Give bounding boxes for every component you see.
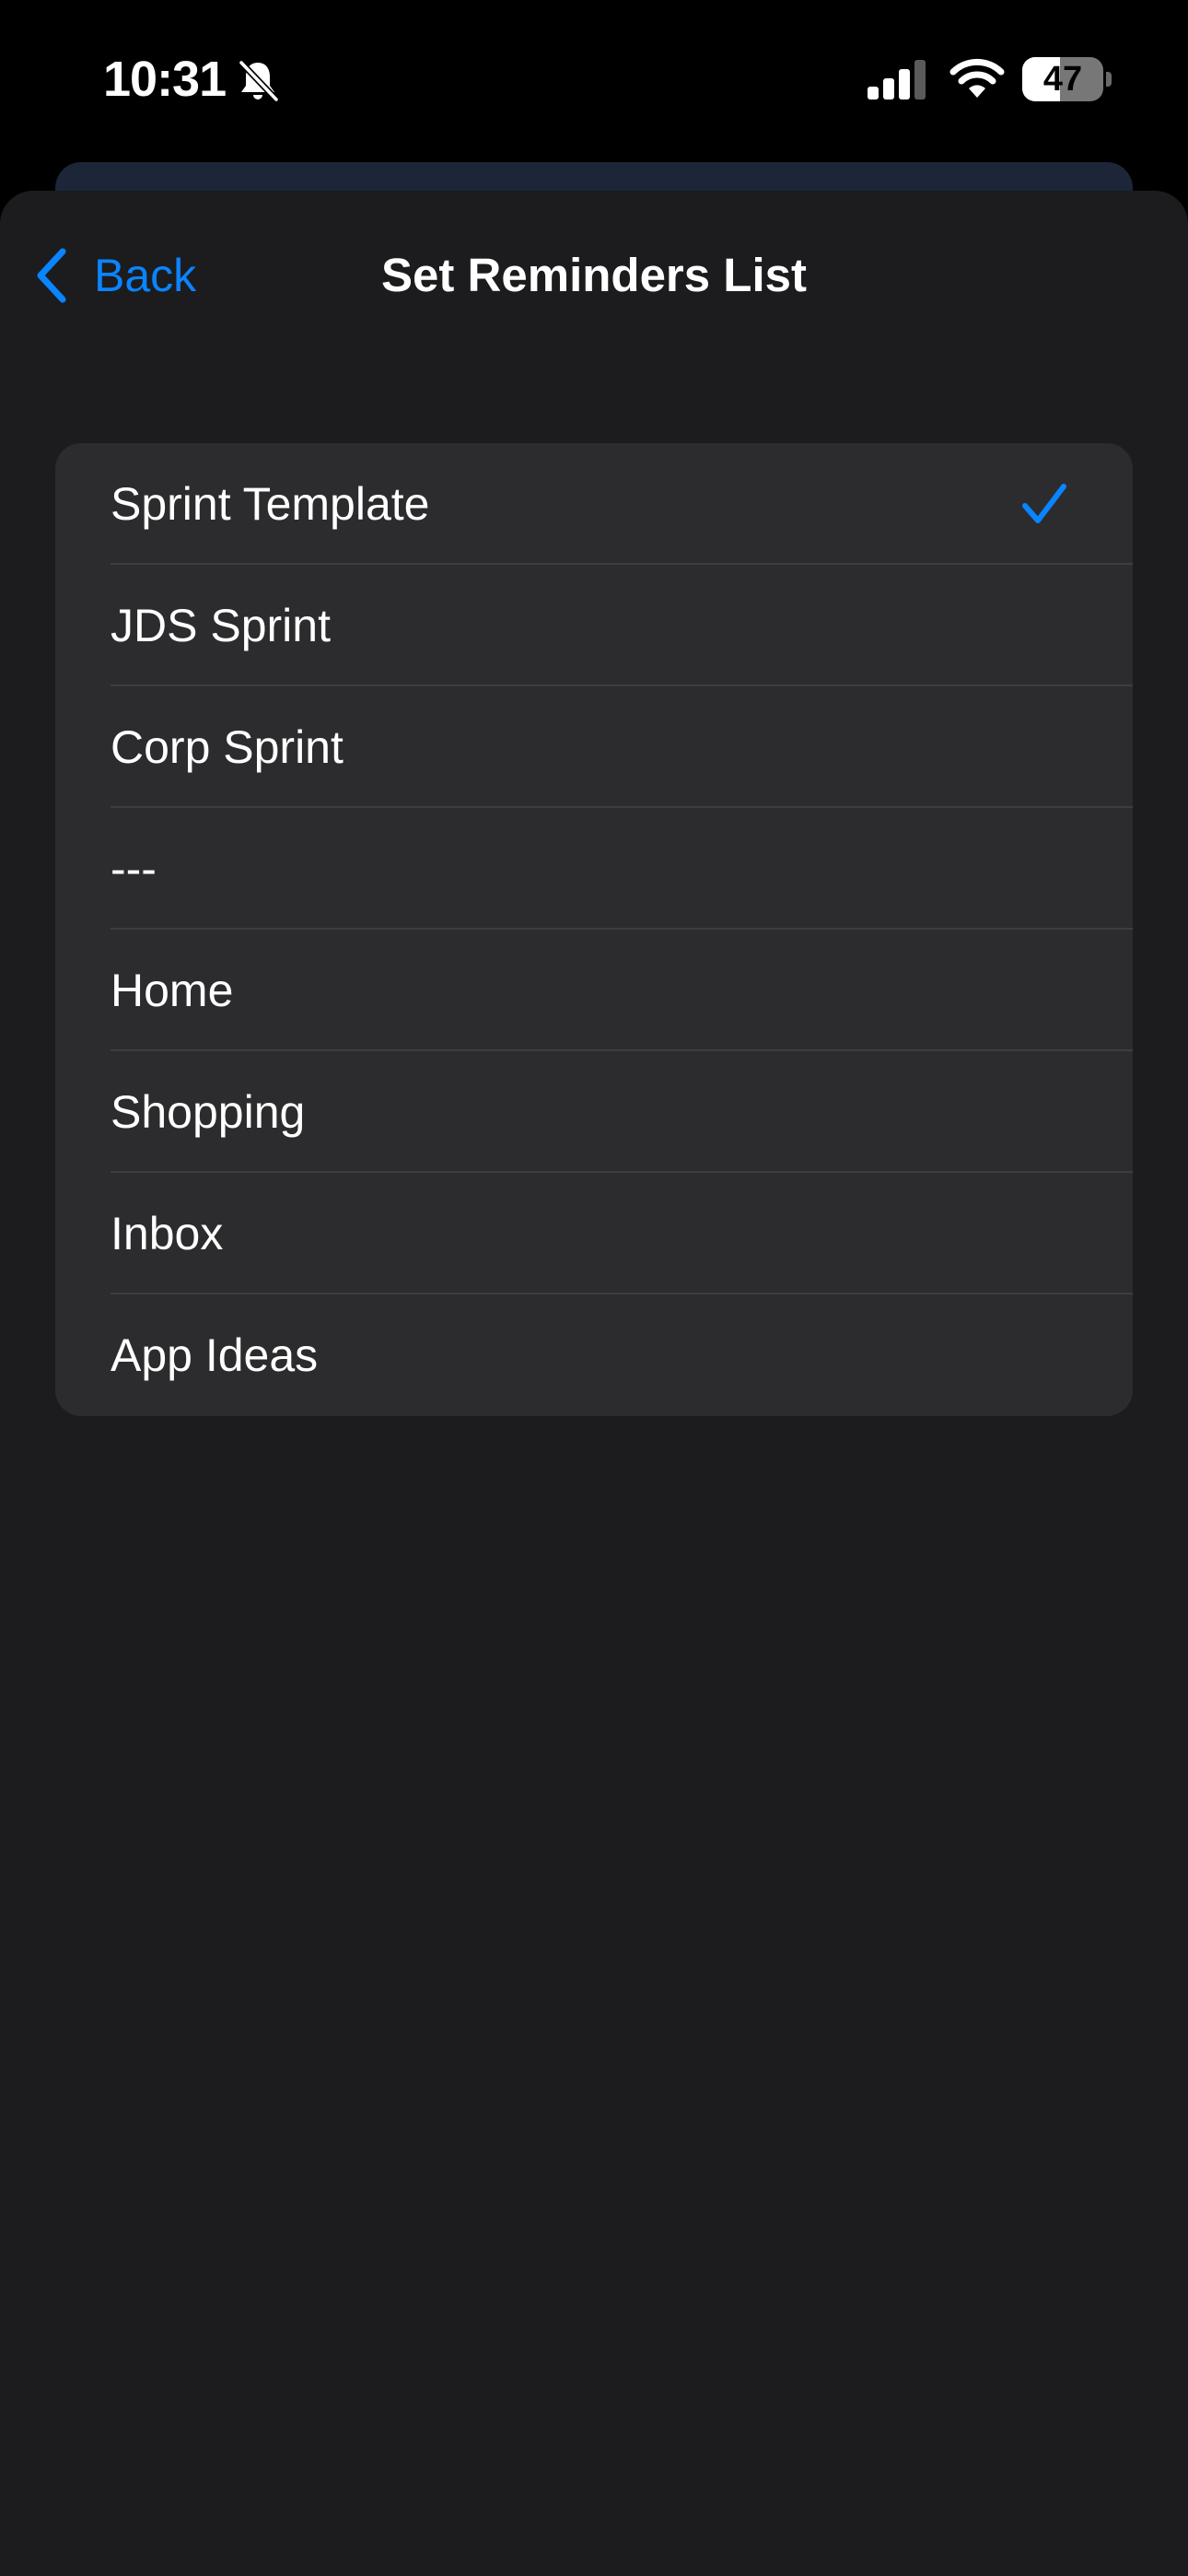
battery-level-text: 47 [1042,60,1083,99]
cellular-signal-icon [868,60,926,100]
list-item-label: Inbox [111,1208,224,1259]
reminders-list-sheet: Set Reminders List Back Sprint Template J… [0,191,1188,2576]
back-button-label: Back [94,250,197,301]
list-item[interactable]: Corp Sprint [55,686,1133,808]
list-item[interactable]: JDS Sprint [55,565,1133,686]
battery-cap [1106,72,1112,87]
list-item[interactable]: --- [55,808,1133,930]
list-item-label: JDS Sprint [111,600,331,651]
list-item[interactable]: Home [55,930,1133,1051]
list-item-label: App Ideas [111,1329,319,1381]
list-item-label: --- [111,843,157,895]
list-item-label: Shopping [111,1086,306,1138]
battery-icon: 47 [1022,57,1103,101]
list-item[interactable]: Inbox [55,1173,1133,1294]
reminders-list: Sprint Template JDS Sprint Corp Sprint --- H… [55,443,1133,1416]
list-item-label: Home [111,965,234,1016]
chevron-left-icon [37,248,66,303]
status-bar: 10:31 47 [0,0,1188,166]
list-item[interactable]: Sprint Template [55,443,1133,565]
status-time: 10:31 [103,52,227,107]
list-item[interactable]: App Ideas [55,1294,1133,1416]
checkmark-icon [1022,484,1066,523]
list-item-label: Corp Sprint [111,721,344,773]
list-item[interactable]: Shopping [55,1051,1133,1173]
bell-slash-icon [238,59,280,103]
back-button[interactable]: Back [33,239,196,312]
wifi-icon [949,58,1005,98]
list-item-label: Sprint Template [111,478,430,530]
